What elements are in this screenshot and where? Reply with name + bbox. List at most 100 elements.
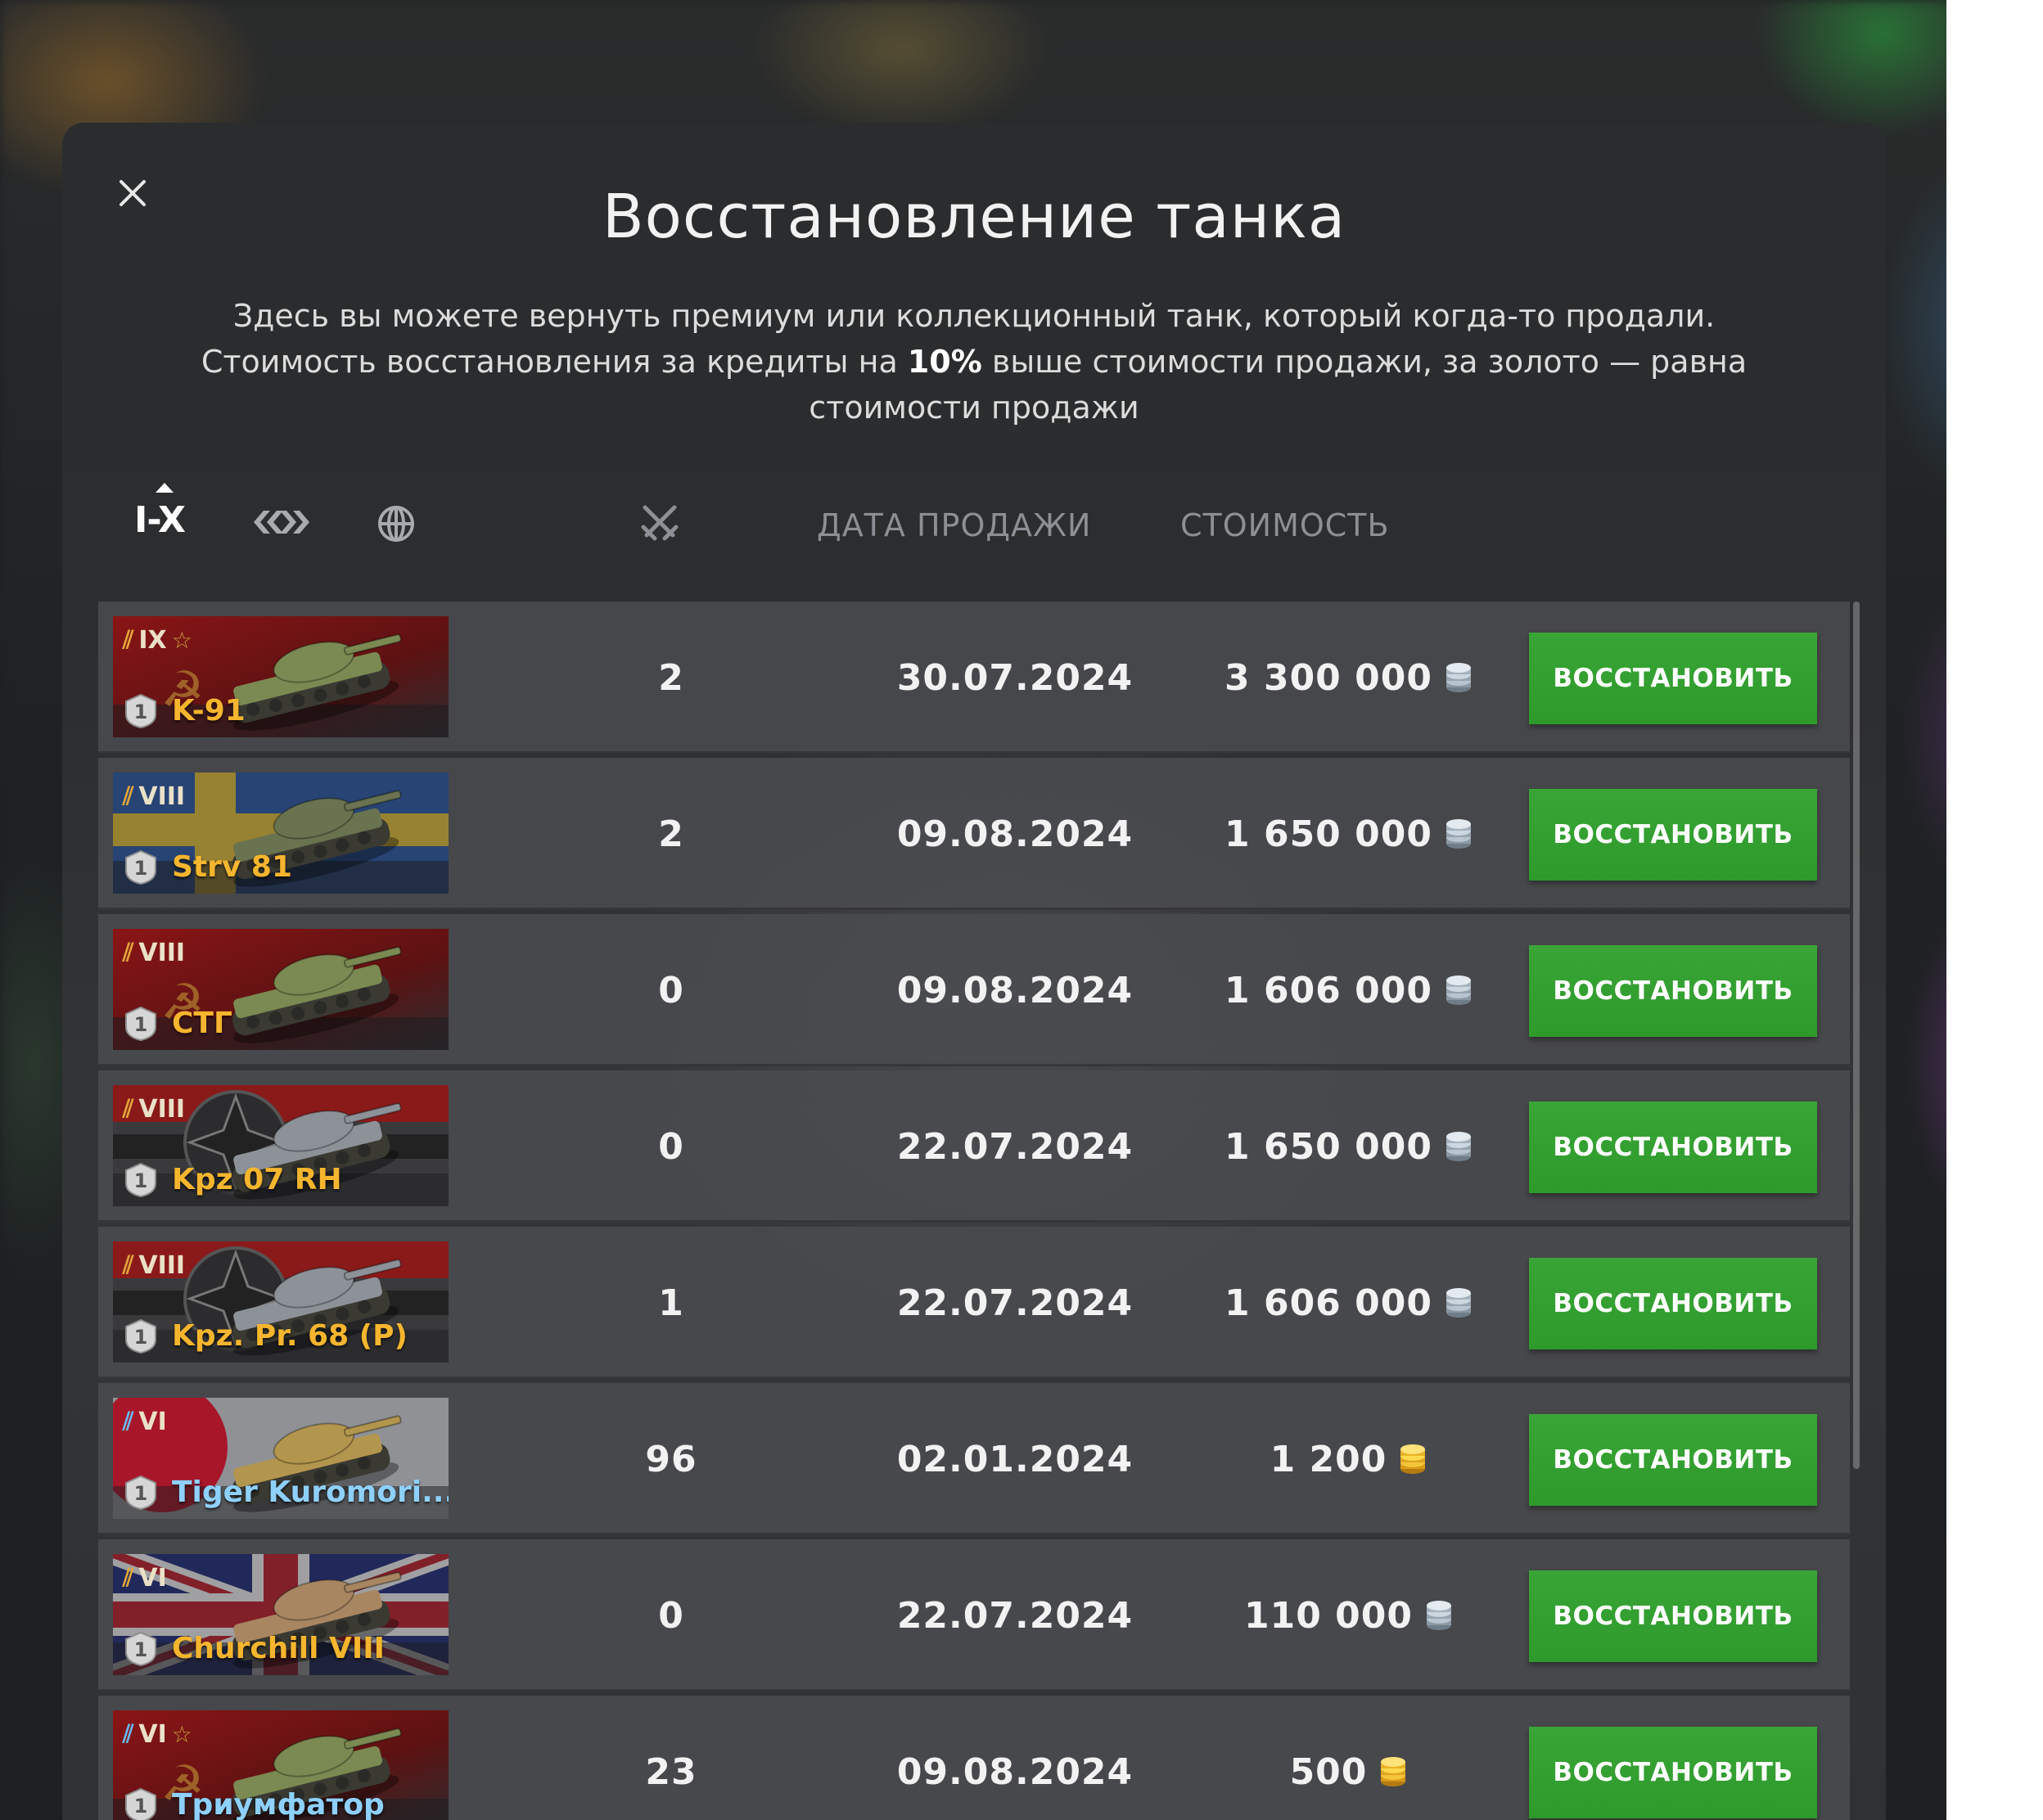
tank-card[interactable]: ⫽ VIII 1 Kpz 07 RH	[113, 1085, 449, 1206]
tank-card[interactable]: ☭ ⫽ VI ☆ 1 Триумфатор	[113, 1710, 449, 1820]
tank-class-icon: ⫽	[123, 1095, 134, 1124]
cost-column-header[interactable]: СТОИМОСТЬ	[1180, 507, 1390, 543]
mastery-value: 1	[134, 1482, 148, 1505]
tier-label: ⫽ IX ☆	[123, 626, 192, 655]
tier-value: VIII	[138, 782, 186, 811]
mastery-value: 1	[134, 701, 148, 723]
restore-cost: 1 606 000	[1138, 1227, 1563, 1379]
tank-row[interactable]: ⫽ VI 1 Tiger Kuromori... 96 02.01.2024 1…	[98, 1383, 1850, 1535]
tier-filter[interactable]: I-X	[134, 499, 186, 541]
nation-filter[interactable]	[377, 504, 416, 547]
restore-button[interactable]: ВОССТАНОВИТЬ	[1529, 1727, 1817, 1818]
tank-class-icon: ⫽	[123, 1408, 134, 1436]
battles-count: 23	[645, 1750, 697, 1793]
restore-cost: 3 300 000	[1138, 601, 1563, 754]
tank-card[interactable]: ⫽ VI 1 Tiger Kuromori...	[113, 1398, 449, 1519]
mastery-badge-icon: 1	[125, 849, 156, 885]
battles-count: 0	[658, 1125, 684, 1168]
tank-name: Kpz 07 RH	[172, 1163, 342, 1196]
gold-coins-icon	[1381, 1757, 1406, 1786]
tier-value: IX	[138, 626, 167, 655]
tank-row[interactable]: ☭ ⫽ IX ☆ 1 K-91 2 30.07.2024 3 300 000 В…	[98, 601, 1850, 754]
scrollbar[interactable]	[1853, 601, 1860, 1469]
tank-class-icon: ⫽	[123, 626, 134, 655]
tank-class-icon: ⫽	[123, 782, 134, 811]
cost-value: 1 606 000	[1224, 969, 1432, 1011]
silver-coins-icon	[1445, 819, 1471, 849]
tank-class-icon: ⫽	[123, 1564, 134, 1592]
right-edge-strip	[1946, 0, 2043, 1820]
tank-row[interactable]: ⫽ VIII 1 Kpz. Pr. 68 (P) 1 22.07.2024 1 …	[98, 1227, 1850, 1379]
tank-row[interactable]: ⫽ VIII 1 Kpz 07 RH 0 22.07.2024 1 650 00…	[98, 1070, 1850, 1223]
mastery-badge-icon: 1	[125, 1318, 156, 1354]
battles-count: 96	[645, 1438, 697, 1480]
tank-name: Churchill VIII	[172, 1632, 385, 1665]
sale-date: 02.01.2024	[896, 1438, 1134, 1480]
restore-button[interactable]: ВОССТАНОВИТЬ	[1529, 1414, 1817, 1506]
tank-class-icon: ⫽	[123, 1251, 134, 1280]
tank-name: Strv 81	[172, 850, 292, 884]
restore-cost: 1 650 000	[1138, 1070, 1563, 1223]
restore-button[interactable]: ВОССТАНОВИТЬ	[1529, 1570, 1817, 1662]
tank-row[interactable]: ☭ ⫽ VIII 1 СТГ 0 09.08.2024 1 606 000 ВО…	[98, 914, 1850, 1066]
tank-row[interactable]: ☭ ⫽ VI ☆ 1 Триумфатор 23 09.08.2024 500 …	[98, 1696, 1850, 1820]
restore-cost: 1 200	[1138, 1383, 1563, 1535]
description-text: Стоимость восстановления за кредиты на	[201, 344, 908, 380]
mastery-badge-icon: 1	[125, 1006, 156, 1042]
tier-value: VI	[138, 1564, 167, 1592]
silver-coins-icon	[1427, 1601, 1451, 1630]
silver-coins-icon	[1445, 1132, 1471, 1161]
restore-button[interactable]: ВОССТАНОВИТЬ	[1529, 633, 1817, 724]
tier-value: VI	[138, 1408, 167, 1436]
description-line-2: Стоимость восстановления за кредиты на 1…	[185, 339, 1763, 430]
restore-cost: 110 000	[1138, 1539, 1563, 1692]
tank-type-icon	[254, 511, 309, 534]
description-percent: 10%	[907, 344, 982, 380]
mastery-value: 1	[134, 857, 148, 880]
restore-cost: 500	[1138, 1696, 1563, 1820]
tier-label: ⫽ VIII	[123, 1251, 185, 1280]
sale-date: 09.08.2024	[896, 969, 1134, 1011]
star-icon: ☆	[171, 1721, 192, 1748]
mastery-value: 1	[134, 1795, 148, 1818]
tank-class-icon: ⫽	[123, 1720, 134, 1749]
tank-name: Триумфатор	[172, 1788, 385, 1820]
mastery-badge-icon: 1	[125, 1475, 156, 1511]
sale-date: 09.08.2024	[896, 813, 1134, 855]
restore-button[interactable]: ВОССТАНОВИТЬ	[1529, 945, 1817, 1037]
filter-header: I-X ДАТА ПРОДАЖИ СТОИМОСТЬ	[62, 483, 1886, 565]
tank-name: Kpz. Pr. 68 (P)	[172, 1319, 408, 1353]
sale-date-column-header[interactable]: ДАТА ПРОДАЖИ	[817, 507, 1091, 543]
tank-type-filter[interactable]	[252, 504, 311, 543]
tank-card[interactable]: ☭ ⫽ VIII 1 СТГ	[113, 929, 449, 1050]
restore-button[interactable]: ВОССТАНОВИТЬ	[1529, 1258, 1817, 1349]
silver-coins-icon	[1445, 663, 1471, 692]
mastery-value: 1	[134, 1013, 148, 1036]
tank-card[interactable]: ⫽ VIII 1 Strv 81	[113, 773, 449, 894]
mastery-value: 1	[134, 1169, 148, 1192]
tank-card[interactable]: ☭ ⫽ IX ☆ 1 K-91	[113, 616, 449, 737]
sort-up-icon	[156, 483, 174, 493]
tier-label: ⫽ VIII	[123, 939, 185, 967]
restore-button[interactable]: ВОССТАНОВИТЬ	[1529, 789, 1817, 881]
mastery-badge-icon: 1	[125, 1787, 156, 1820]
cost-value: 110 000	[1243, 1594, 1413, 1637]
tank-card[interactable]: ⫽ VIII 1 Kpz. Pr. 68 (P)	[113, 1241, 449, 1363]
restore-cost: 1 650 000	[1138, 758, 1563, 910]
crossed-swords-icon	[641, 505, 679, 541]
globe-icon	[378, 506, 414, 542]
restore-button[interactable]: ВОССТАНОВИТЬ	[1529, 1101, 1817, 1193]
tank-row[interactable]: ⫽ VIII 1 Strv 81 2 09.08.2024 1 650 000 …	[98, 758, 1850, 910]
tier-label: ⫽ VI	[123, 1408, 167, 1436]
battles-column-header[interactable]	[640, 502, 679, 545]
sale-date: 22.07.2024	[896, 1594, 1134, 1637]
mastery-badge-icon: 1	[125, 693, 156, 729]
tank-image	[232, 946, 402, 1043]
restore-cost: 1 606 000	[1138, 914, 1563, 1066]
battles-count: 0	[658, 969, 684, 1011]
sale-date: 30.07.2024	[896, 656, 1134, 699]
tier-label: ⫽ VIII	[123, 782, 185, 811]
tank-row[interactable]: ⫽ VI 1 Churchill VIII 0 22.07.2024 110 0…	[98, 1539, 1850, 1692]
tier-value: VIII	[138, 1095, 186, 1124]
tank-card[interactable]: ⫽ VI 1 Churchill VIII	[113, 1554, 449, 1675]
